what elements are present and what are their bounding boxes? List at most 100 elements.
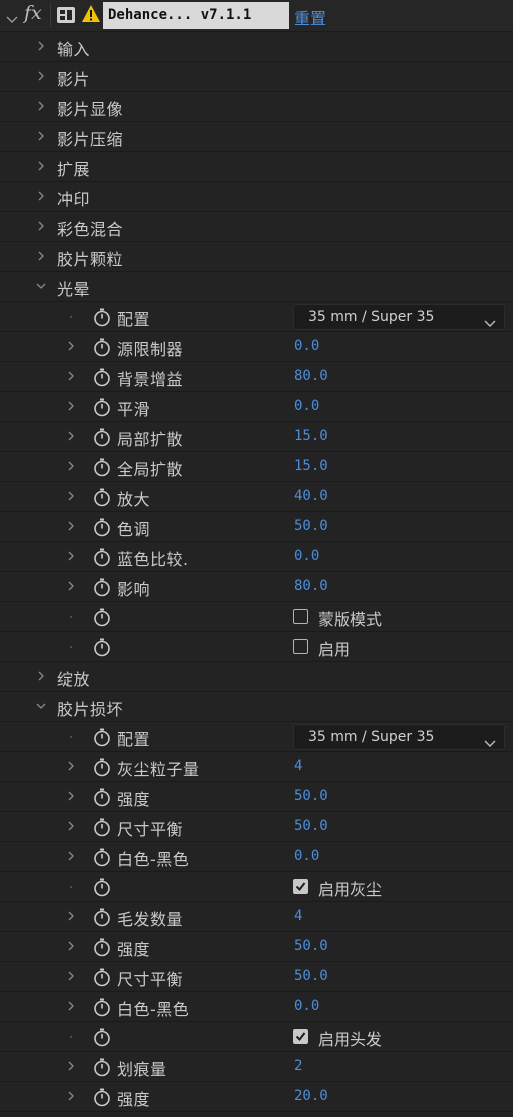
expand-chevron-icon[interactable] bbox=[66, 941, 76, 951]
param-value[interactable]: 4 bbox=[294, 908, 302, 924]
expand-chevron-icon[interactable] bbox=[66, 371, 76, 381]
expand-chevron-icon[interactable] bbox=[66, 851, 76, 861]
enable-hair-checkbox[interactable] bbox=[293, 1029, 308, 1044]
group-expand[interactable]: 扩展 bbox=[0, 152, 513, 182]
expand-chevron-icon[interactable] bbox=[66, 1091, 76, 1101]
fx-toggle-icon[interactable]: fx bbox=[24, 2, 42, 24]
stopwatch-icon[interactable] bbox=[92, 727, 112, 747]
param-value[interactable]: 4 bbox=[294, 758, 302, 774]
param-value[interactable]: 0.0 bbox=[294, 398, 319, 414]
stopwatch-icon[interactable] bbox=[92, 787, 112, 807]
expand-chevron-icon[interactable] bbox=[66, 551, 76, 561]
expand-chevron-icon[interactable] bbox=[66, 461, 76, 471]
stopwatch-icon[interactable] bbox=[92, 577, 112, 597]
stopwatch-icon[interactable] bbox=[92, 1057, 112, 1077]
stopwatch-icon[interactable] bbox=[92, 517, 112, 537]
expand-chevron-icon[interactable] bbox=[66, 821, 76, 831]
stopwatch-icon[interactable] bbox=[92, 817, 112, 837]
preset-browser-icon[interactable] bbox=[56, 6, 76, 28]
stopwatch-icon[interactable] bbox=[92, 337, 112, 357]
group-input[interactable]: 输入 bbox=[0, 32, 513, 62]
expand-chevron-icon[interactable] bbox=[36, 191, 46, 201]
group-halation[interactable]: 光晕 bbox=[0, 272, 513, 302]
param-value[interactable]: 0.0 bbox=[294, 548, 319, 564]
group-color-blend[interactable]: 彩色混合 bbox=[0, 212, 513, 242]
param-value[interactable]: 15.0 bbox=[294, 458, 328, 474]
reset-button[interactable]: 重置 bbox=[294, 5, 326, 29]
config-dropdown[interactable]: 35 mm / Super 35 bbox=[293, 724, 505, 750]
mask-mode-checkbox[interactable] bbox=[293, 609, 308, 624]
param-value[interactable]: 50.0 bbox=[294, 518, 328, 534]
stopwatch-icon[interactable] bbox=[92, 397, 112, 417]
group-compress[interactable]: 影片压缩 bbox=[0, 122, 513, 152]
param-value[interactable]: 50.0 bbox=[294, 968, 328, 984]
param-value[interactable]: 0.0 bbox=[294, 338, 319, 354]
effect-name-field[interactable]: Dehance... v7.1.1 bbox=[103, 2, 289, 29]
expand-chevron-icon[interactable] bbox=[36, 71, 46, 81]
expand-chevron-icon[interactable] bbox=[36, 161, 46, 171]
expand-chevron-icon[interactable] bbox=[66, 401, 76, 411]
stopwatch-icon[interactable] bbox=[92, 997, 112, 1017]
stopwatch-icon[interactable] bbox=[92, 1087, 112, 1107]
expand-chevron-icon[interactable] bbox=[66, 431, 76, 441]
param-label: 平滑 bbox=[117, 400, 151, 419]
param-value[interactable]: 2 bbox=[294, 1058, 302, 1074]
expand-chevron-icon[interactable] bbox=[66, 1001, 76, 1011]
stopwatch-icon[interactable] bbox=[92, 547, 112, 567]
collapse-effect-chevron-icon[interactable] bbox=[6, 10, 18, 29]
param-value[interactable]: 0.0 bbox=[294, 998, 319, 1014]
expand-chevron-icon[interactable] bbox=[66, 761, 76, 771]
enable-dust-checkbox[interactable] bbox=[293, 879, 308, 894]
group-grain[interactable]: 胶片颗粒 bbox=[0, 242, 513, 272]
expand-chevron-icon[interactable] bbox=[66, 491, 76, 501]
stopwatch-icon[interactable] bbox=[92, 307, 112, 327]
stopwatch-icon[interactable] bbox=[92, 487, 112, 507]
stopwatch-icon[interactable] bbox=[92, 967, 112, 987]
param-value[interactable]: 50.0 bbox=[294, 818, 328, 834]
expand-chevron-icon[interactable] bbox=[66, 791, 76, 801]
group-label: 影片 bbox=[57, 70, 91, 89]
collapse-chevron-icon[interactable] bbox=[36, 281, 46, 291]
param-value[interactable]: 40.0 bbox=[294, 488, 328, 504]
param-value[interactable]: 15.0 bbox=[294, 428, 328, 444]
stopwatch-icon[interactable] bbox=[92, 637, 112, 657]
expand-chevron-icon[interactable] bbox=[36, 101, 46, 111]
expand-chevron-icon[interactable] bbox=[36, 671, 46, 681]
expand-chevron-icon[interactable] bbox=[66, 341, 76, 351]
stopwatch-icon[interactable] bbox=[92, 877, 112, 897]
stopwatch-icon[interactable] bbox=[92, 907, 112, 927]
param-label: 尺寸平衡 bbox=[117, 970, 184, 989]
stopwatch-icon[interactable] bbox=[92, 457, 112, 477]
param-value[interactable]: 50.0 bbox=[294, 788, 328, 804]
stopwatch-icon[interactable] bbox=[92, 757, 112, 777]
expand-chevron-icon[interactable] bbox=[36, 251, 46, 261]
expand-chevron-icon[interactable] bbox=[66, 581, 76, 591]
expand-chevron-icon[interactable] bbox=[66, 521, 76, 531]
expand-chevron-icon[interactable] bbox=[36, 221, 46, 231]
expand-chevron-icon[interactable] bbox=[66, 971, 76, 981]
stopwatch-icon[interactable] bbox=[92, 937, 112, 957]
stopwatch-icon[interactable] bbox=[92, 367, 112, 387]
group-damage[interactable]: 胶片损坏 bbox=[0, 692, 513, 722]
param-value[interactable]: 50.0 bbox=[294, 938, 328, 954]
expand-chevron-icon[interactable] bbox=[66, 911, 76, 921]
stopwatch-icon[interactable] bbox=[92, 847, 112, 867]
enable-checkbox[interactable] bbox=[293, 639, 308, 654]
group-develop[interactable]: 影片显像 bbox=[0, 92, 513, 122]
stopwatch-icon[interactable] bbox=[92, 607, 112, 627]
param-value[interactable]: 80.0 bbox=[294, 368, 328, 384]
stopwatch-icon[interactable] bbox=[92, 427, 112, 447]
expand-chevron-icon[interactable] bbox=[36, 131, 46, 141]
group-print[interactable]: 冲印 bbox=[0, 182, 513, 212]
param-value[interactable]: 0.0 bbox=[294, 848, 319, 864]
collapse-chevron-icon[interactable] bbox=[36, 701, 46, 711]
stopwatch-icon[interactable] bbox=[92, 1027, 112, 1047]
expand-chevron-icon[interactable] bbox=[66, 1061, 76, 1071]
group-bloom[interactable]: 绽放 bbox=[0, 662, 513, 692]
group-film[interactable]: 影片 bbox=[0, 62, 513, 92]
expand-chevron-icon[interactable] bbox=[36, 41, 46, 51]
warning-icon[interactable] bbox=[81, 4, 101, 28]
param-value[interactable]: 80.0 bbox=[294, 578, 328, 594]
param-value[interactable]: 20.0 bbox=[294, 1088, 328, 1104]
config-dropdown[interactable]: 35 mm / Super 35 bbox=[293, 304, 505, 330]
